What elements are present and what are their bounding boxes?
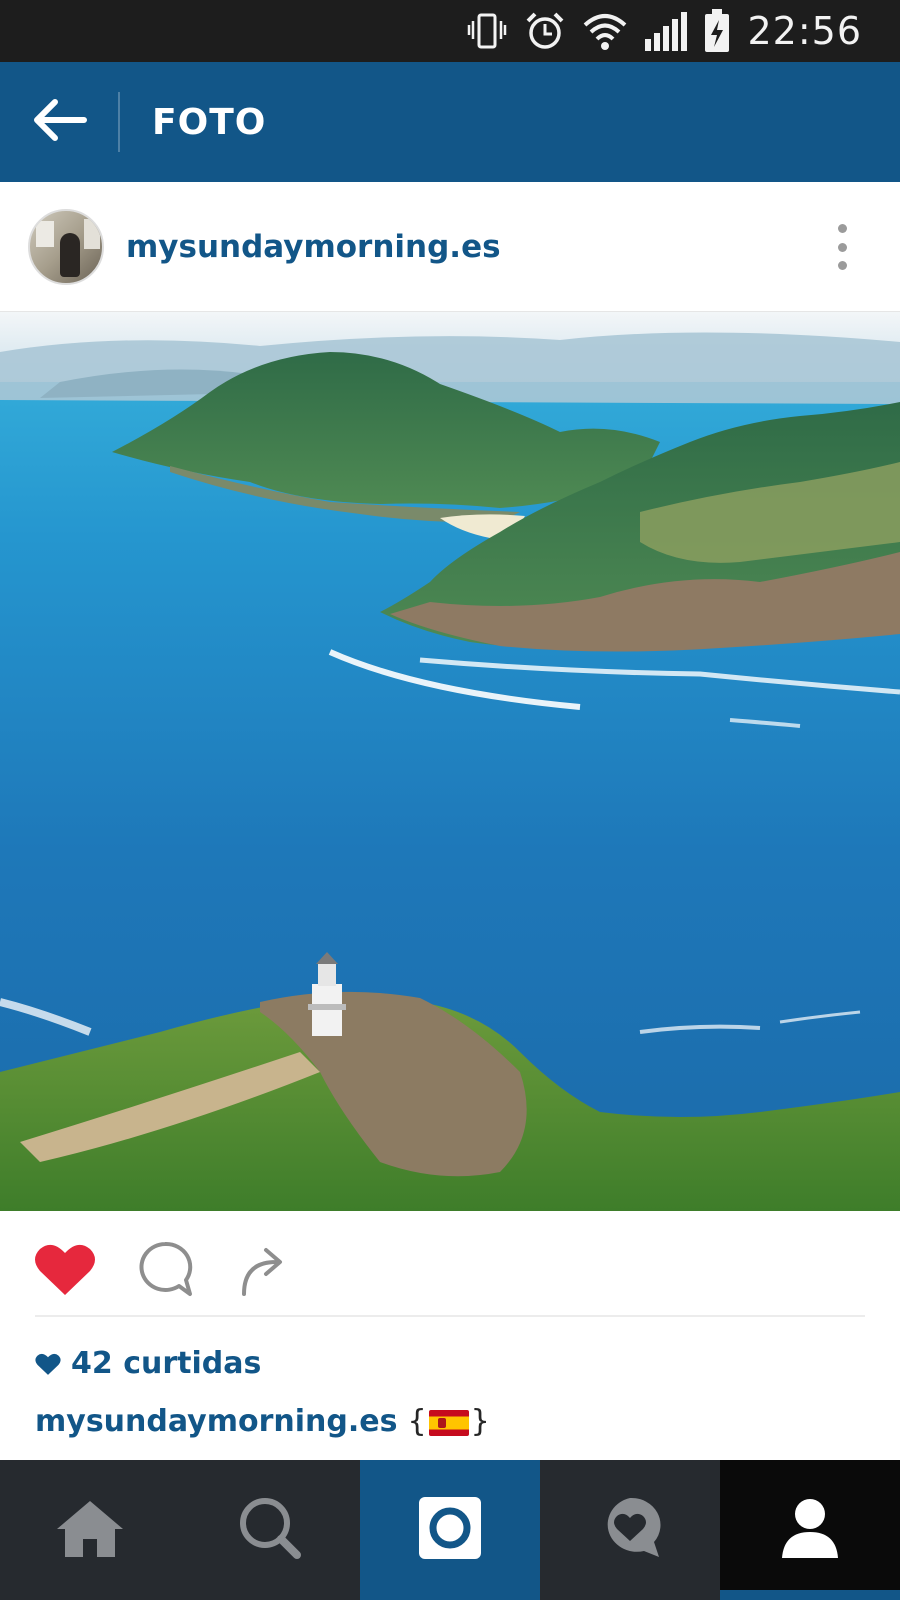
- status-time: 22:56: [747, 9, 862, 53]
- caption-text: {🇪🇸}: [407, 1404, 489, 1439]
- likes-text: 42 curtidas: [71, 1346, 262, 1381]
- header-divider: [118, 92, 120, 152]
- coastal-landscape-photo: [0, 312, 900, 1211]
- arrow-left-icon: [30, 97, 88, 148]
- bottom-nav: [0, 1460, 900, 1600]
- avatar-background-2: [84, 218, 100, 249]
- caption-open-brace: {: [407, 1404, 427, 1439]
- more-vertical-icon: [837, 224, 847, 233]
- activity-heart-icon: [597, 1495, 663, 1566]
- tab-profile[interactable]: [720, 1460, 900, 1600]
- more-vertical-icon-dot: [837, 242, 847, 252]
- signal-icon: [643, 9, 689, 53]
- small-heart-icon: [35, 1352, 61, 1376]
- post-header: mysundaymorning.es: [0, 182, 900, 312]
- caption-username[interactable]: mysundaymorning.es: [35, 1404, 397, 1439]
- tab-camera[interactable]: [360, 1460, 540, 1600]
- battery-charging-icon: [703, 8, 731, 54]
- tab-home[interactable]: [0, 1460, 180, 1600]
- likes-count[interactable]: 42 curtidas: [35, 1346, 261, 1381]
- status-bar: 22:56: [0, 0, 900, 62]
- post-username[interactable]: mysundaymorning.es: [126, 229, 501, 265]
- post-actions: [0, 1211, 900, 1317]
- search-icon: [237, 1495, 303, 1566]
- back-button[interactable]: [0, 62, 118, 182]
- active-tab-indicator: [720, 1590, 900, 1600]
- tab-activity[interactable]: [540, 1460, 720, 1600]
- post-photo[interactable]: [0, 312, 900, 1211]
- like-button[interactable]: [33, 1241, 97, 1301]
- spain-flag-icon: 🇪🇸: [428, 1409, 469, 1436]
- tab-search[interactable]: [180, 1460, 360, 1600]
- avatar-background: [36, 220, 54, 247]
- page-title: FOTO: [152, 101, 267, 143]
- profile-icon: [780, 1496, 840, 1565]
- app-header: FOTO: [0, 62, 900, 182]
- comment-icon: [136, 1240, 194, 1303]
- avatar[interactable]: [28, 208, 104, 285]
- actions-divider: [35, 1315, 865, 1317]
- caption-close-brace: }: [470, 1404, 490, 1439]
- share-arrow-icon: [236, 1240, 294, 1303]
- alarm-icon: [523, 9, 567, 53]
- share-button[interactable]: [233, 1241, 297, 1301]
- post-caption: mysundaymorning.es {🇪🇸}: [35, 1404, 490, 1439]
- vibrate-icon: [465, 9, 509, 53]
- avatar-figure: [60, 232, 80, 277]
- wifi-icon: [581, 9, 629, 53]
- more-options-button[interactable]: [834, 224, 850, 270]
- comment-button[interactable]: [133, 1241, 197, 1301]
- home-icon: [55, 1497, 125, 1564]
- heart-filled-icon: [34, 1241, 96, 1302]
- more-vertical-icon-dot: [837, 261, 847, 270]
- camera-icon: [417, 1495, 483, 1566]
